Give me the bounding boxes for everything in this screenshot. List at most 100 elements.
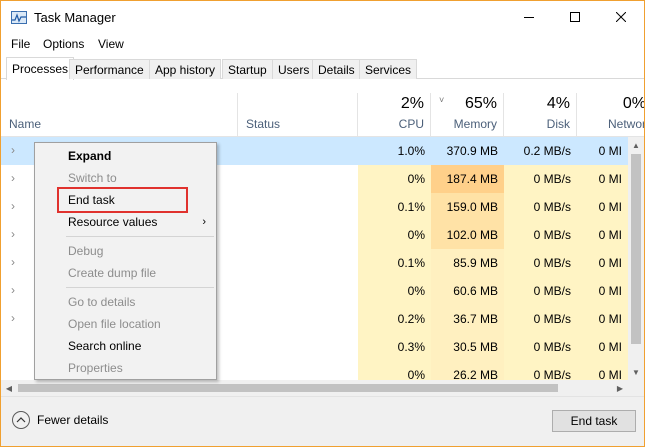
disk-cell: 0.2 MB/s xyxy=(523,144,571,158)
network-cell: 0 MI xyxy=(577,333,628,361)
column-status-label: Status xyxy=(246,117,281,131)
column-header-cpu[interactable]: 2% CPU xyxy=(358,93,431,137)
chevron-right-icon[interactable]: › xyxy=(11,227,15,241)
minimize-icon xyxy=(524,17,534,18)
tab-app-history[interactable]: App history xyxy=(149,59,222,79)
tab-processes[interactable]: Processes xyxy=(6,57,75,80)
cpu-cell: 0% xyxy=(358,277,431,305)
highlight-box xyxy=(57,187,188,213)
cpu-cell: 0% xyxy=(358,361,431,380)
network-cell: 0 MI xyxy=(577,361,628,380)
menu-options[interactable]: Options xyxy=(43,37,84,51)
disk-cell: 0 MB/s xyxy=(504,277,577,305)
vertical-scrollbar[interactable]: ▲ ▼ xyxy=(628,137,644,380)
context-debug: Debug xyxy=(68,244,104,258)
end-task-button[interactable]: End task xyxy=(552,410,636,432)
context-menu: Expand Switch to End task Resource value… xyxy=(34,142,217,380)
footer: Fewer details End task xyxy=(1,396,644,446)
context-create-dump: Create dump file xyxy=(68,266,157,280)
tab-bar: Processes Performance App history Startu… xyxy=(1,57,644,80)
menu-file[interactable]: File xyxy=(11,37,30,51)
fewer-details-link[interactable]: Fewer details xyxy=(37,413,108,427)
menu-bar: File Options View xyxy=(1,33,644,55)
scrollbar-corner xyxy=(628,380,644,396)
column-header-network[interactable]: 0% Network xyxy=(577,93,644,137)
close-icon xyxy=(616,12,626,22)
task-manager-window: Task Manager File Options View Processes… xyxy=(0,0,645,447)
column-network-label: Network xyxy=(607,117,644,131)
network-cell: 0 MI xyxy=(577,249,628,277)
memory-cell: 36.7 MB xyxy=(431,305,504,333)
context-expand[interactable]: Expand xyxy=(35,145,216,167)
column-disk-label: Disk xyxy=(546,117,570,131)
minimize-button[interactable] xyxy=(506,1,552,33)
network-total-percent: 0% xyxy=(622,95,645,112)
column-name-label: Name xyxy=(9,117,42,131)
chevron-up-icon[interactable] xyxy=(12,411,30,429)
cpu-total-percent: 2% xyxy=(400,95,424,112)
chevron-right-icon[interactable]: › xyxy=(11,283,15,297)
memory-cell: 159.0 MB xyxy=(431,193,504,221)
context-resource-values[interactable]: Resource values › xyxy=(35,211,216,233)
memory-cell: 187.4 MB xyxy=(431,165,504,193)
disk-cell: 0 MB/s xyxy=(504,305,577,333)
tab-users[interactable]: Users xyxy=(272,59,316,79)
network-cell: 0 MI xyxy=(577,193,628,221)
disk-cell: 0 MB/s xyxy=(504,249,577,277)
disk-cell: 0 MB/s xyxy=(504,333,577,361)
chevron-right-icon: › xyxy=(202,216,206,228)
menu-separator xyxy=(66,236,214,237)
menu-view[interactable]: View xyxy=(98,37,124,51)
chevron-right-icon[interactable]: › xyxy=(11,143,15,157)
close-button[interactable] xyxy=(598,1,644,33)
cpu-cell: 0.2% xyxy=(358,305,431,333)
chevron-right-icon[interactable]: › xyxy=(11,199,15,213)
vertical-scroll-thumb[interactable] xyxy=(631,154,641,344)
scroll-up-icon[interactable]: ▲ xyxy=(628,137,644,153)
context-switch-to: Switch to xyxy=(68,171,117,185)
context-properties: Properties xyxy=(68,361,123,375)
disk-total-percent: 4% xyxy=(546,95,570,112)
title-bar: Task Manager xyxy=(1,1,644,33)
cpu-cell: 0.1% xyxy=(358,193,431,221)
column-header-name[interactable]: Name xyxy=(1,93,238,137)
column-header-memory[interactable]: ˅ 65% Memory xyxy=(431,93,504,137)
memory-cell: 30.5 MB xyxy=(431,333,504,361)
tab-details[interactable]: Details xyxy=(312,59,361,79)
column-cpu-label: CPU xyxy=(398,117,424,131)
tab-performance[interactable]: Performance xyxy=(69,59,150,79)
cpu-cell: 0.1% xyxy=(358,249,431,277)
memory-cell: 370.9 MB xyxy=(446,144,498,158)
sort-down-icon: ˅ xyxy=(439,95,445,105)
network-cell: 0 MI xyxy=(598,144,622,158)
scroll-right-icon[interactable]: ▶ xyxy=(612,380,628,396)
chevron-right-icon[interactable]: › xyxy=(11,255,15,269)
column-header-disk[interactable]: 4% Disk xyxy=(504,93,577,137)
scroll-down-icon[interactable]: ▼ xyxy=(628,364,644,380)
network-cell: 0 MI xyxy=(577,277,628,305)
memory-cell: 85.9 MB xyxy=(431,249,504,277)
context-resource-values-label: Resource values xyxy=(68,215,158,229)
column-header-status[interactable]: Status xyxy=(238,93,358,137)
tab-startup[interactable]: Startup xyxy=(222,59,273,79)
chevron-right-icon[interactable]: › xyxy=(11,171,15,185)
context-open-file-location: Open file location xyxy=(68,317,161,331)
horizontal-scrollbar[interactable]: ◀ ▶ xyxy=(1,380,628,396)
context-go-to-details: Go to details xyxy=(68,295,136,309)
chevron-right-icon[interactable]: › xyxy=(11,311,15,325)
maximize-button[interactable] xyxy=(552,1,598,33)
column-memory-label: Memory xyxy=(453,117,497,131)
disk-cell: 0 MB/s xyxy=(504,361,577,380)
menu-separator xyxy=(66,287,214,288)
memory-cell: 60.6 MB xyxy=(431,277,504,305)
scroll-left-icon[interactable]: ◀ xyxy=(1,380,17,396)
task-manager-icon xyxy=(11,11,27,24)
memory-cell: 26.2 MB xyxy=(431,361,504,380)
cpu-cell: 0.3% xyxy=(358,333,431,361)
horizontal-scroll-thumb[interactable] xyxy=(18,384,558,392)
memory-total-percent: 65% xyxy=(464,95,497,112)
tab-services[interactable]: Services xyxy=(359,59,418,79)
network-cell: 0 MI xyxy=(577,165,628,193)
context-search-online[interactable]: Search online xyxy=(35,335,216,357)
disk-cell: 0 MB/s xyxy=(504,221,577,249)
